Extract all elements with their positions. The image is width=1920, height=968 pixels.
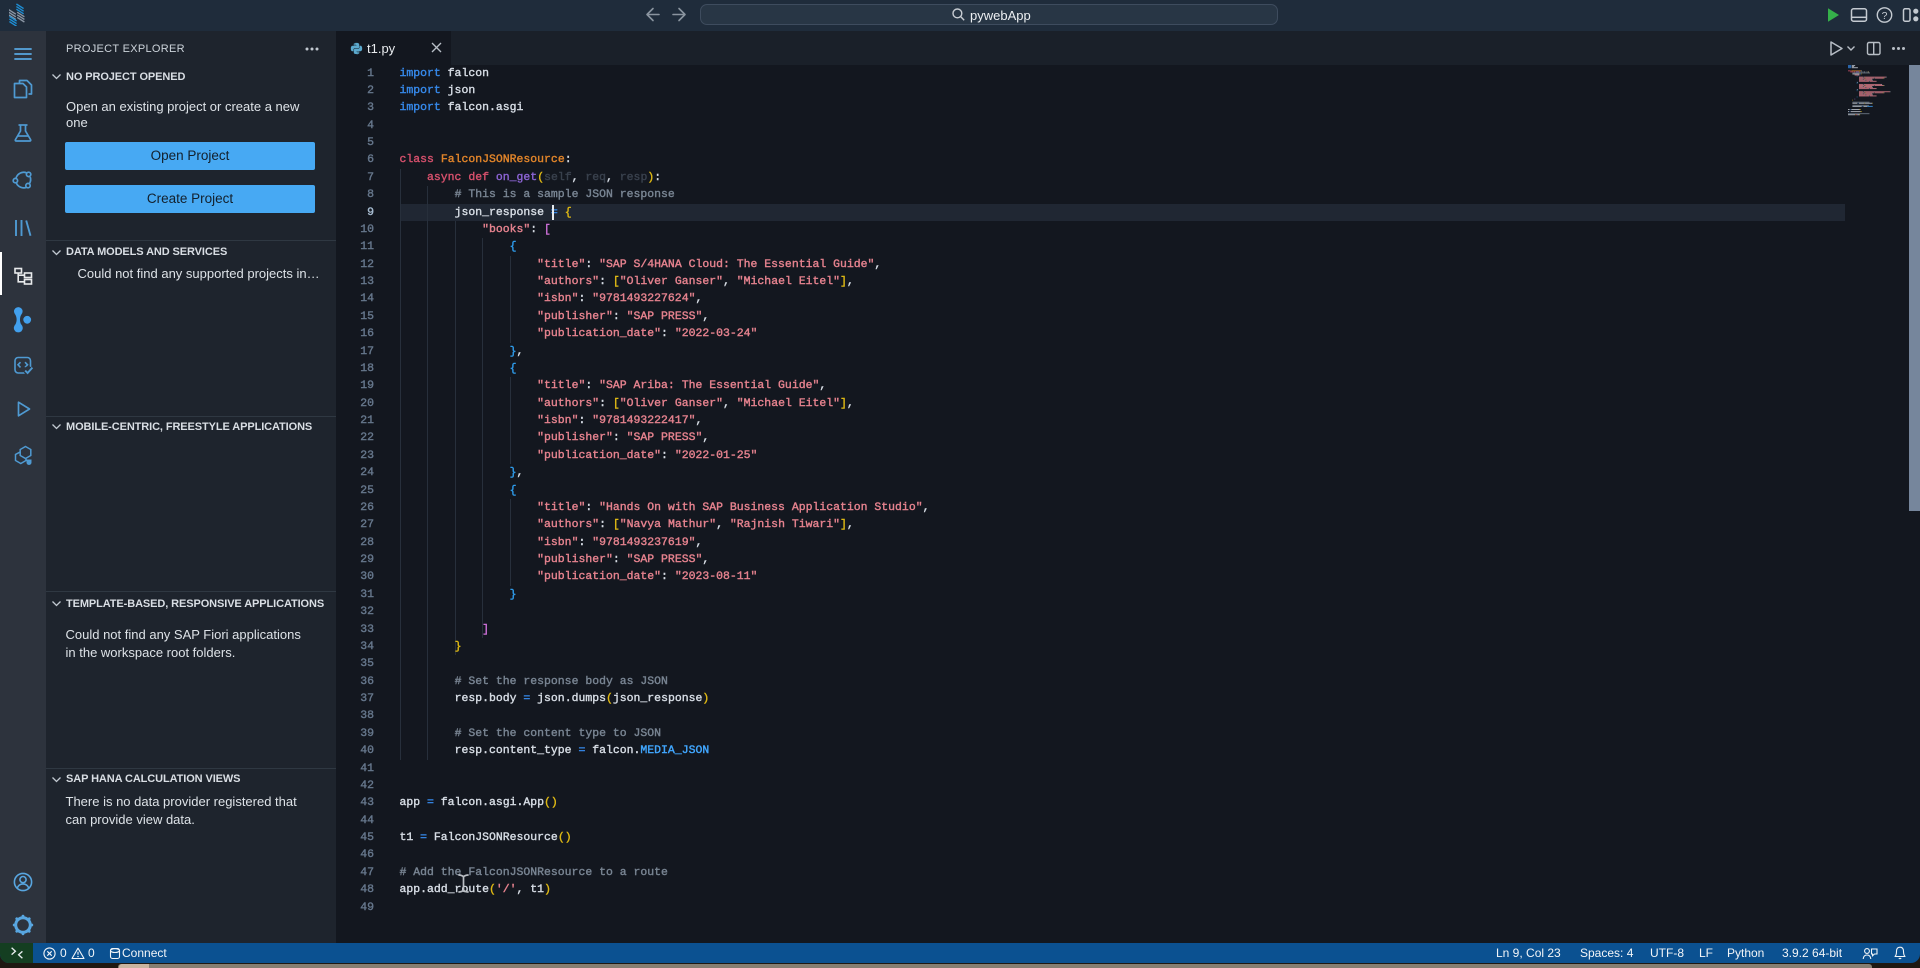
svg-text:?: ? [1882, 10, 1888, 22]
